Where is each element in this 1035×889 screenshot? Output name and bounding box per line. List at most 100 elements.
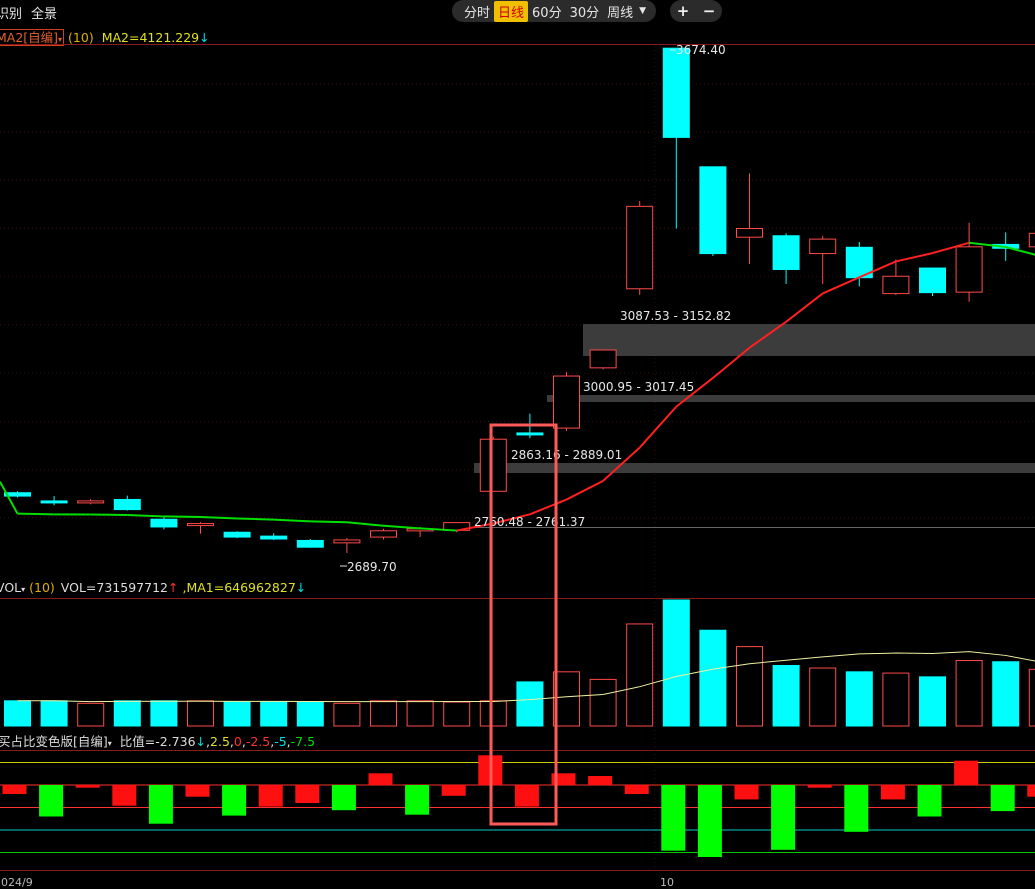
candle-body <box>78 501 104 503</box>
volume-bar <box>663 600 689 726</box>
ratio-bar <box>369 773 393 785</box>
ratio-bar <box>698 785 722 857</box>
candle-body <box>371 531 397 537</box>
high-price-label: 3674.40 <box>676 43 726 57</box>
ma-segment <box>640 407 677 448</box>
ratio-bar <box>332 785 356 810</box>
ma-segment <box>127 515 164 516</box>
volume-bar <box>1029 669 1035 726</box>
ratio-bar <box>186 785 210 797</box>
candle-body <box>920 268 946 293</box>
zone-label: 2863.16 - 2889.01 <box>511 448 622 462</box>
ma-segment <box>786 293 823 321</box>
ratio-bar <box>149 785 173 824</box>
candle-body <box>114 499 140 509</box>
ratio-bar <box>881 785 905 799</box>
volume-bar <box>993 662 1019 726</box>
volume-bar <box>188 701 214 726</box>
candle-body <box>480 439 506 491</box>
candlestick-series <box>5 48 1035 553</box>
ma-segment <box>237 518 274 519</box>
candle-body <box>261 536 287 539</box>
ratio-bar <box>735 785 759 799</box>
candle-body <box>810 239 836 253</box>
ratio-bar <box>222 785 246 816</box>
volume-bar <box>224 702 250 726</box>
volume-bar <box>151 701 177 726</box>
candle-body <box>773 236 799 270</box>
volume-bar <box>846 672 872 726</box>
volume-bar <box>737 647 763 726</box>
volume-bar <box>480 701 506 726</box>
ma-segment <box>347 522 384 525</box>
ratio-bar <box>918 785 942 817</box>
candle-body <box>1029 233 1035 246</box>
ma-segment <box>1006 247 1035 257</box>
volume-bar <box>810 668 836 726</box>
candle-body <box>554 376 580 428</box>
volume-bar <box>517 682 543 726</box>
ma-segment <box>0 482 18 514</box>
volume-bar <box>114 701 140 726</box>
candle-body <box>517 433 543 435</box>
volume-bar <box>78 703 104 726</box>
ratio-bar <box>76 785 100 788</box>
candle-body <box>627 206 653 288</box>
volume-bar <box>627 624 653 726</box>
ratio-bar <box>588 776 612 785</box>
ratio-bar <box>442 785 466 796</box>
ratio-bar <box>991 785 1015 811</box>
volume-bar <box>41 701 67 726</box>
volume-bar <box>297 702 323 726</box>
zone-label: 3087.53 - 3152.82 <box>620 309 731 323</box>
candle-body <box>297 540 323 547</box>
ma-segment <box>896 253 933 261</box>
stock-chart[interactable]: 3087.53 - 3152.82 3000.95 - 3017.45 2863.1… <box>0 0 1035 885</box>
volume-bar <box>773 666 799 726</box>
ratio-bars <box>0 755 1035 857</box>
ratio-bar <box>405 785 429 815</box>
volume-bar <box>883 673 909 726</box>
candle-body <box>151 519 177 527</box>
candle-body <box>737 229 763 238</box>
ma-segment <box>164 516 201 517</box>
candle-body <box>41 501 67 503</box>
ma-segment <box>201 517 238 518</box>
volume-bar <box>334 703 360 726</box>
candle-body <box>663 48 689 137</box>
candle-body <box>590 350 616 368</box>
ma-segment <box>530 500 567 515</box>
volume-bar <box>371 701 397 726</box>
zone-label: 3000.95 - 3017.45 <box>583 380 694 394</box>
ratio-bar <box>515 785 539 807</box>
ma-segment <box>274 520 311 522</box>
price-zone-band <box>474 463 1035 473</box>
ma-segment <box>567 481 604 500</box>
ratio-bar <box>808 785 832 788</box>
volume-bar <box>5 701 31 726</box>
ma-segment <box>384 526 421 529</box>
price-zone-band <box>547 395 1035 402</box>
price-zone-band <box>583 324 1035 356</box>
ratio-bar <box>3 785 27 794</box>
ratio-bar <box>39 785 63 817</box>
volume-bar <box>407 701 433 726</box>
candle-body <box>956 247 982 292</box>
volume-bar <box>444 702 470 726</box>
ratio-bar <box>771 785 795 850</box>
ma-segment <box>823 277 860 293</box>
ratio-bar <box>625 785 649 794</box>
volume-bars <box>5 600 1035 726</box>
ma-segment <box>18 514 55 515</box>
ratio-bar <box>295 785 319 803</box>
candle-body <box>700 167 726 254</box>
volume-bar <box>590 679 616 726</box>
ratio-bar <box>954 761 978 785</box>
ma-segment <box>310 521 347 522</box>
ratio-bar <box>844 785 868 832</box>
candle-body <box>224 532 250 537</box>
volume-bar <box>700 630 726 726</box>
volume-bar <box>956 660 982 726</box>
candle-body <box>883 276 909 293</box>
candle-body <box>334 540 360 543</box>
